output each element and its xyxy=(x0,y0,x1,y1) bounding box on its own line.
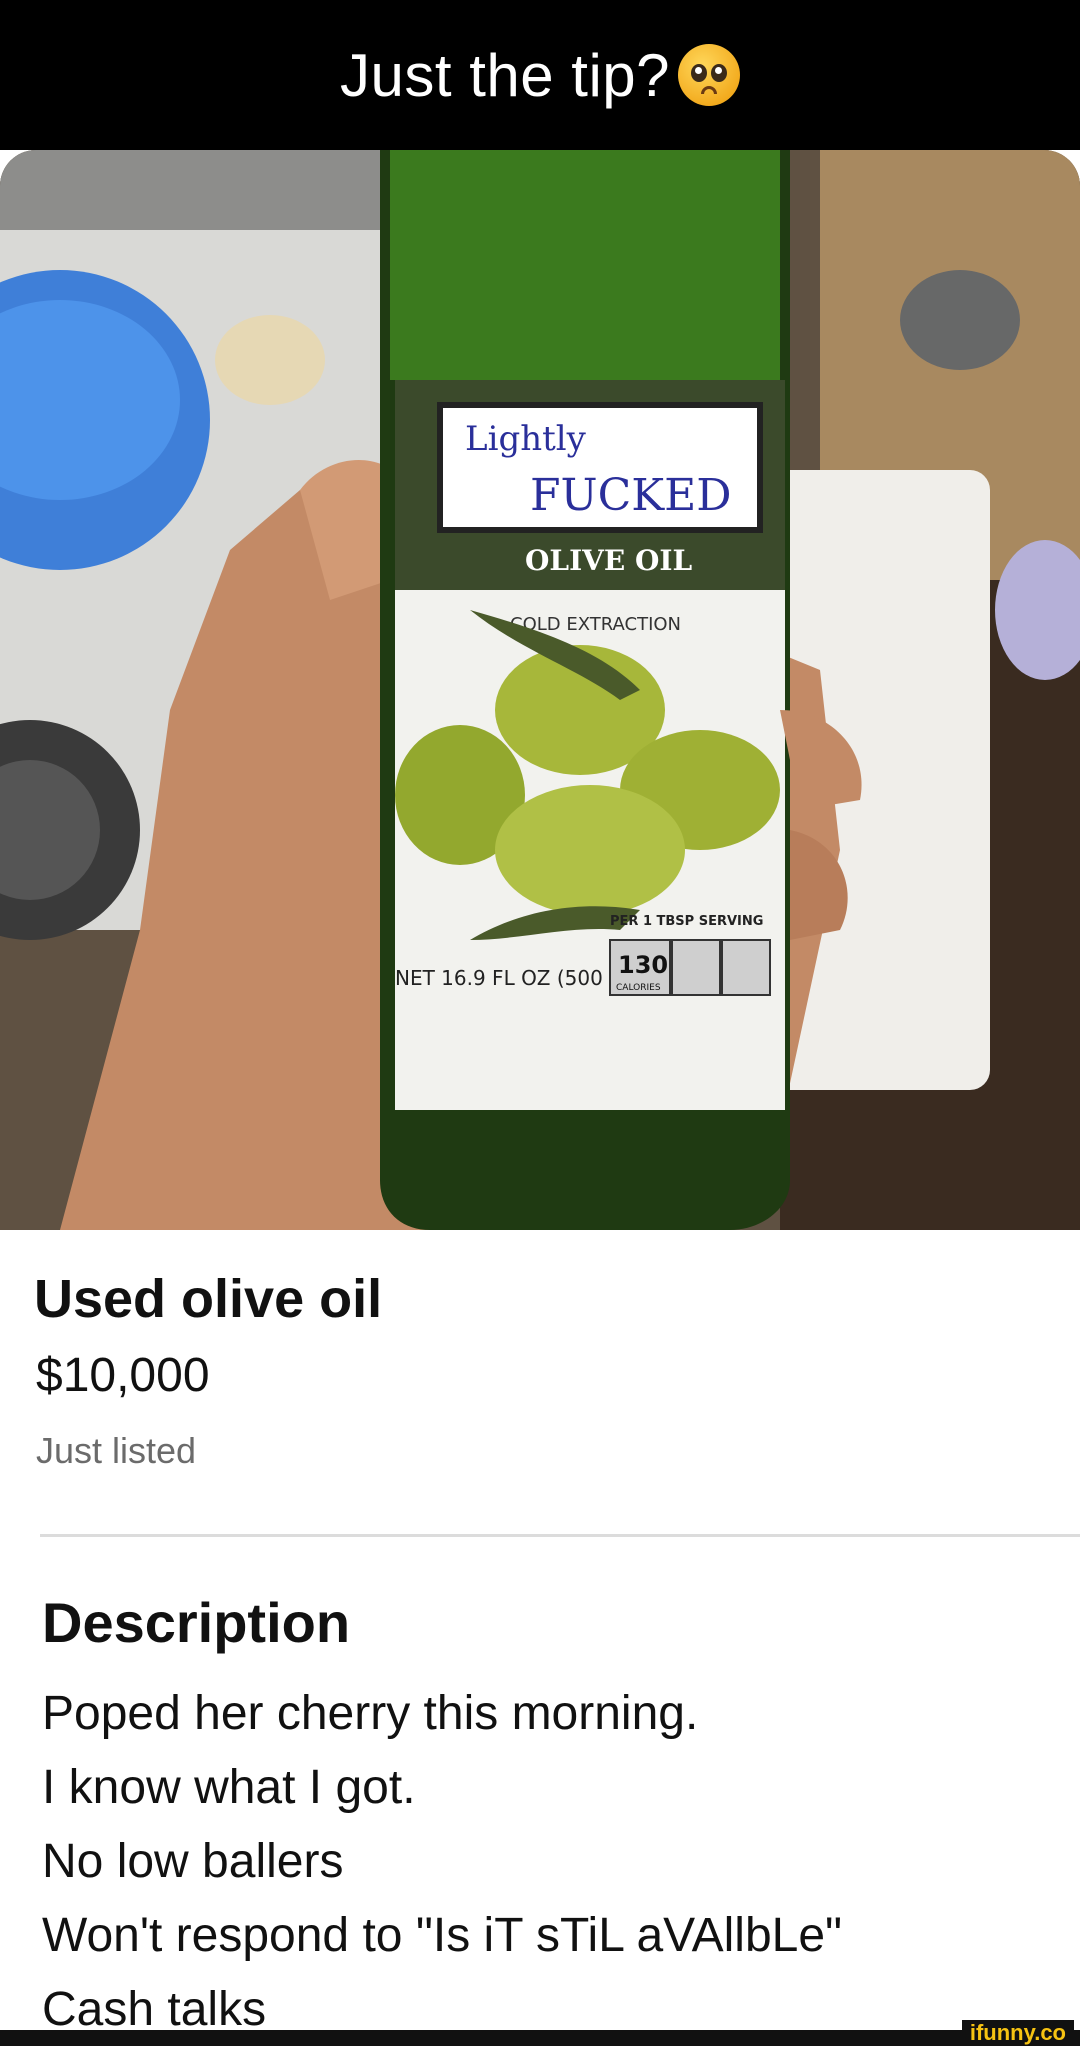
listing-price: $10,000 xyxy=(36,1349,210,1402)
listing-photo[interactable]: Lightly FUCKED OLIVE OIL COLD EXTRACTION… xyxy=(0,150,1080,1230)
description-heading: Description xyxy=(42,1591,351,1654)
listing-title: Used olive oil xyxy=(34,1269,383,1329)
section-divider xyxy=(40,1534,1080,1537)
description-line: I know what I got. xyxy=(42,1761,416,1814)
description-line: Won't respond to "Is iT sTiL aVAllbLe" xyxy=(42,1909,843,1962)
pleading-face-emoji-icon xyxy=(678,44,741,106)
meme-caption: Just the tip? xyxy=(339,41,671,109)
serving-text: PER 1 TBSP SERVING xyxy=(610,914,763,929)
handwritten-label-line1: Lightly xyxy=(465,419,587,459)
footer-bar xyxy=(0,2030,1080,2046)
description-line: No low ballers xyxy=(42,1835,344,1888)
listing-summary: Used olive oil $10,000 Just listed xyxy=(0,1230,1080,1530)
olive-oil-bottle-photo: Lightly FUCKED OLIVE OIL COLD EXTRACTION… xyxy=(0,150,1080,1230)
description-line: Poped her cherry this morning. xyxy=(42,1687,699,1740)
handwritten-label-line2: FUCKED xyxy=(530,470,732,521)
calories-value: 130 xyxy=(618,951,668,979)
description-section: Description Poped her cherry this mornin… xyxy=(42,1590,1062,2046)
meme-caption-bar: Just the tip? xyxy=(0,0,1080,150)
calories-label: CALORIES xyxy=(616,983,661,993)
ifunny-watermark: ifunny.co xyxy=(961,2020,1074,2046)
listing-status: Just listed xyxy=(36,1430,197,1471)
product-name: OLIVE OIL xyxy=(525,544,692,577)
